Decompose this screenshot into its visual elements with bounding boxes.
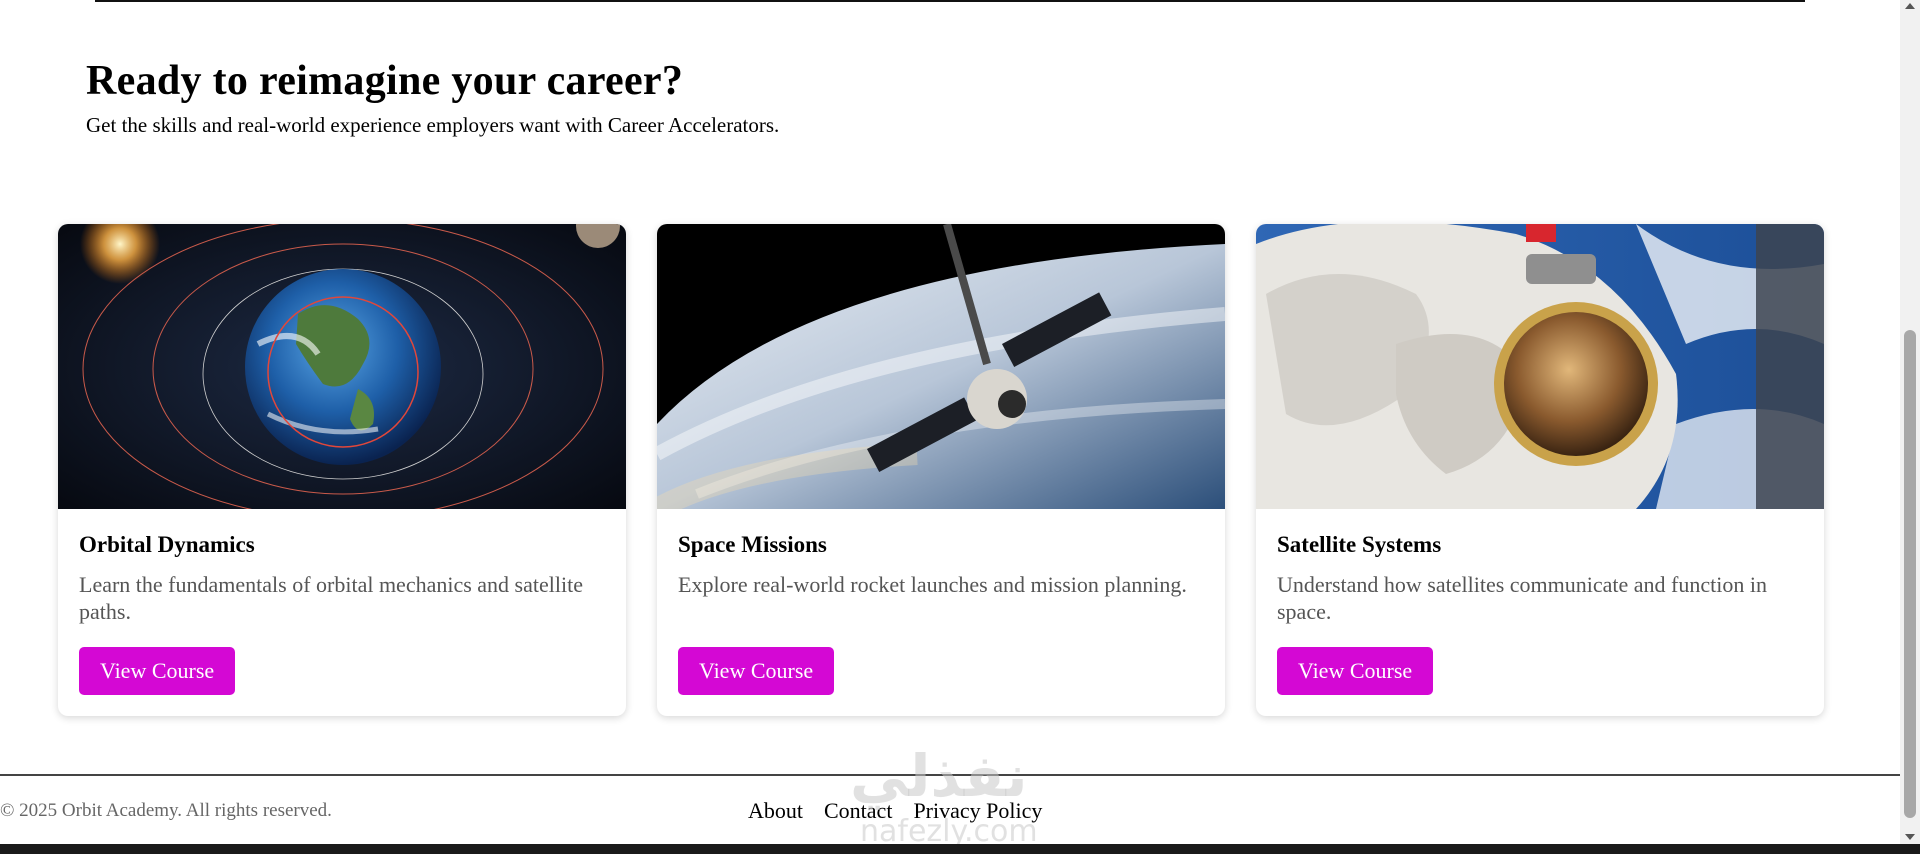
astronaut-spacewalk-image — [1256, 224, 1824, 509]
course-description: Understand how satellites communicate an… — [1277, 572, 1767, 624]
site-footer: © 2025 Orbit Academy. All rights reserve… — [0, 774, 1900, 844]
view-course-button[interactable]: View Course — [79, 647, 236, 695]
footer-link-privacy-policy[interactable]: Privacy Policy — [913, 798, 1042, 824]
view-course-button[interactable]: View Course — [1277, 647, 1434, 695]
course-title: Space Missions — [678, 532, 827, 557]
footer-links: About Contact Privacy Policy — [748, 798, 1042, 824]
hero-title: Ready to reimagine your career? — [86, 58, 684, 104]
course-card-satellite-systems: Satellite Systems Understand how satelli… — [1256, 224, 1824, 716]
scroll-up-arrow-icon[interactable] — [1905, 3, 1915, 9]
top-divider — [95, 0, 1805, 2]
course-title: Orbital Dynamics — [79, 532, 255, 557]
hero-section: Ready to reimagine your career? Get the … — [86, 56, 779, 138]
course-description: Learn the fundamentals of orbital mechan… — [79, 572, 583, 624]
window-bottom-edge — [0, 844, 1920, 854]
course-description: Explore real-world rocket launches and m… — [678, 572, 1187, 597]
footer-link-contact[interactable]: Contact — [824, 798, 892, 824]
earth-orbits-image — [58, 224, 626, 509]
footer-link-about[interactable]: About — [748, 798, 803, 824]
spacecraft-over-earth-image — [657, 224, 1225, 509]
hero-subtitle: Get the skills and real-world experience… — [86, 113, 780, 137]
scroll-down-arrow-icon[interactable] — [1905, 834, 1915, 840]
scrollbar-thumb[interactable] — [1904, 330, 1916, 818]
course-card-space-missions: Space Missions Explore real-world rocket… — [657, 224, 1225, 716]
course-cards: Orbital Dynamics Learn the fundamentals … — [58, 224, 1824, 716]
copyright-text: © 2025 Orbit Academy. All rights reserve… — [0, 800, 332, 821]
view-course-button[interactable]: View Course — [678, 647, 835, 695]
course-card-orbital-dynamics: Orbital Dynamics Learn the fundamentals … — [58, 224, 626, 716]
vertical-scrollbar[interactable] — [1900, 0, 1920, 854]
course-title: Satellite Systems — [1277, 532, 1442, 557]
